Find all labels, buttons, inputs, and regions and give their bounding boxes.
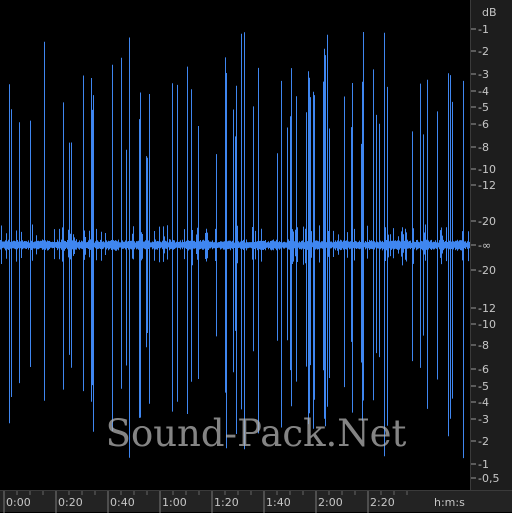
waveform-canvas[interactable]: [0, 0, 470, 490]
time-unit-label: h:m:s: [434, 496, 465, 509]
db-tick-label: -5: [478, 380, 489, 393]
db-tick-label: -3: [478, 68, 489, 81]
time-ruler[interactable]: 0:00 0:20 0:40 1:00 1:20 1:40 2:00 2:20 h:m:s: [0, 490, 512, 513]
time-tick-label: 2:20: [370, 496, 395, 509]
db-tick-label: -2: [478, 435, 489, 448]
time-tick-label: 1:00: [162, 496, 187, 509]
db-ruler-canvas: dB -1 -2 -3 -4 -5 -6 -8 -10 -12 -20 -∞ -20 -12 -10 -8 -6…: [471, 6, 499, 485]
time-tick-label: 0:00: [6, 496, 31, 509]
db-tick-label: -4: [478, 85, 489, 98]
db-tick-label: -12: [478, 179, 496, 192]
db-unit-label: dB: [482, 6, 497, 19]
db-tick-label: -20: [478, 264, 496, 277]
db-tick-label: -0,5: [478, 472, 499, 485]
time-ruler-canvas: 0:00 0:20 0:40 1:00 1:20 1:40 2:00 2:20 h:m:s: [3, 491, 465, 513]
time-tick-label: 0:40: [110, 496, 135, 509]
db-tick-label: -20: [478, 215, 496, 228]
db-tick-label: -12: [478, 302, 496, 315]
db-tick-label: -8: [478, 141, 489, 154]
time-tick-label: 1:20: [214, 496, 239, 509]
db-tick-label: -5: [478, 101, 489, 114]
time-tick-label: 2:00: [318, 496, 343, 509]
db-ruler: dB -1 -2 -3 -4 -5 -6 -8 -10 -12 -20 -∞ -20 -12 -10 -8 -6…: [470, 0, 512, 490]
time-tick-label: 1:40: [266, 496, 291, 509]
db-tick-label: -∞: [478, 239, 491, 252]
db-tick-label: -6: [478, 363, 489, 376]
db-tick-label: -6: [478, 118, 489, 131]
db-tick-label: -8: [478, 339, 489, 352]
db-tick-label: -10: [478, 163, 496, 176]
db-tick-label: -10: [478, 318, 496, 331]
time-tick-label: 0:20: [58, 496, 83, 509]
db-tick-label: -1: [478, 458, 489, 471]
db-tick-label: -1: [478, 23, 489, 36]
db-tick-label: -2: [478, 45, 489, 58]
audio-editor: dB -1 -2 -3 -4 -5 -6 -8 -10 -12 -20 -∞ -20 -12 -10 -8 -6…: [0, 0, 512, 513]
db-tick-label: -4: [478, 396, 489, 409]
waveform-view[interactable]: [0, 0, 470, 490]
db-tick-label: -3: [478, 413, 489, 426]
